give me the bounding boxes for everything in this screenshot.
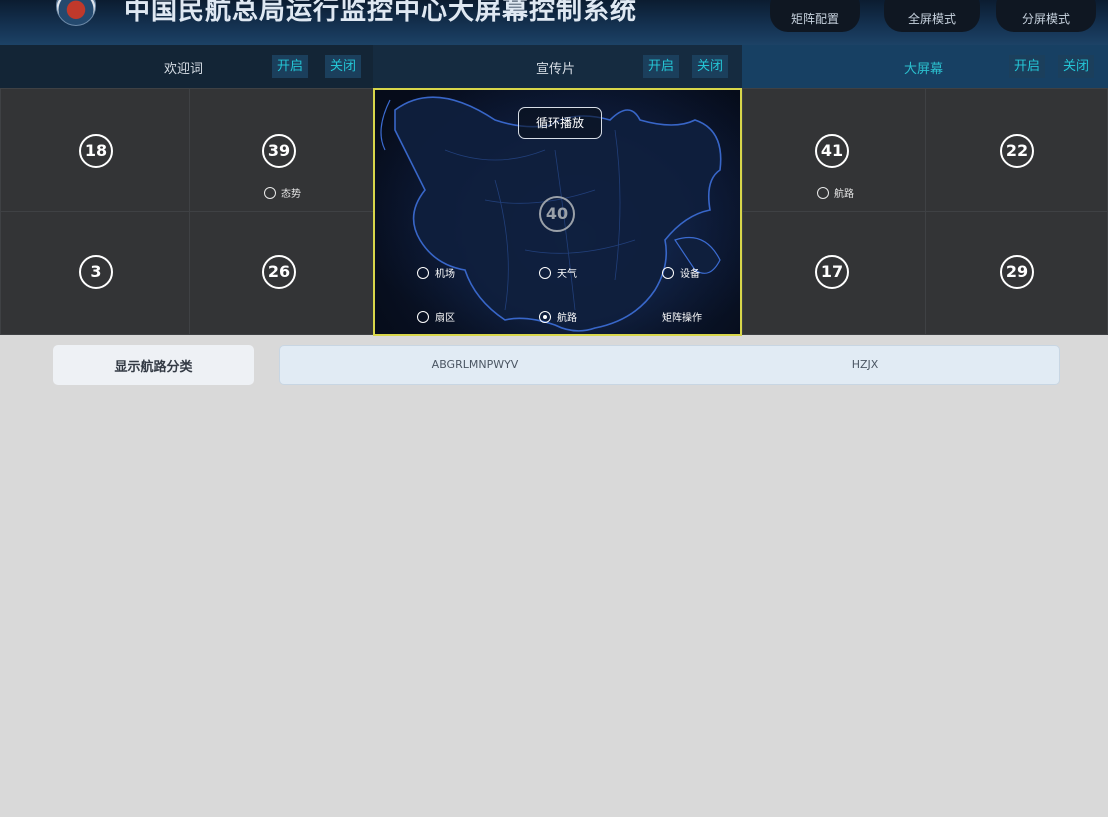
screen-tile-40-map[interactable]: 循环播放 40 机场 天气 设备 扇区 航路 矩阵操作: [373, 88, 742, 336]
airport-radio[interactable]: 机场: [417, 265, 455, 280]
situation-radio[interactable]: 态势: [264, 185, 301, 200]
big-screen-label: 大屏幕: [904, 62, 944, 77]
radio-label: 天气: [557, 269, 577, 280]
airway-radio-selected[interactable]: 航路: [539, 309, 577, 324]
screen-tile-3[interactable]: 3: [0, 211, 190, 335]
welcome-label: 欢迎词: [164, 62, 204, 77]
control-row: 欢迎词 开启 关闭 宣传片 开启 关闭 大屏幕 开启 关闭: [0, 45, 1108, 88]
screen-tile-18[interactable]: 18: [0, 88, 190, 212]
route-category-bar: ABGRLMNPWYV HZJX: [279, 345, 1060, 385]
big-screen-on-button[interactable]: 开启: [1009, 55, 1046, 78]
big-screen-off-button[interactable]: 关闭: [1058, 55, 1095, 78]
screen-tile-22[interactable]: 22: [925, 88, 1108, 212]
screen-number-badge: 26: [262, 255, 296, 289]
radio-checked-icon: [539, 310, 551, 323]
radio-label: 设备: [680, 269, 700, 280]
screen-number-badge: 3: [79, 255, 113, 289]
promo-video-label: 宣传片: [536, 62, 576, 77]
app-root: 中国民航总局运行监控中心大屏幕控制系统 矩阵配置 全屏模式 分屏模式 欢迎词 开…: [0, 0, 1108, 817]
screen-tile-41[interactable]: 41 航路: [742, 88, 926, 212]
header-bar: 中国民航总局运行监控中心大屏幕控制系统 矩阵配置 全屏模式 分屏模式: [0, 0, 1108, 45]
radio-label: 机场: [435, 269, 455, 280]
screen-number-badge: 40: [539, 196, 575, 232]
fullscreen-mode-button[interactable]: 全屏模式: [884, 0, 980, 32]
radio-icon: [417, 266, 429, 279]
screen-number-badge: 29: [1000, 255, 1034, 289]
screen-number-badge: 17: [815, 255, 849, 289]
route-category-item[interactable]: HZJX: [670, 346, 1060, 384]
screen-number-badge: 41: [815, 134, 849, 168]
caac-logo-icon: [56, 0, 96, 26]
sector-radio[interactable]: 扇区: [417, 309, 455, 324]
radio-label: 航路: [557, 313, 577, 324]
radio-icon: [264, 186, 276, 199]
show-route-classification-button[interactable]: 显示航路分类: [53, 345, 254, 385]
matrix-config-button[interactable]: 矩阵配置: [770, 0, 860, 32]
welcome-on-button[interactable]: 开启: [272, 55, 309, 78]
welcome-control: 欢迎词 开启 关闭: [0, 45, 373, 88]
radio-label: 态势: [281, 189, 301, 200]
loop-play-button[interactable]: 循环播放: [518, 107, 602, 139]
screen-number-badge: 18: [79, 134, 113, 168]
screen-tile-17[interactable]: 17: [742, 211, 926, 335]
split-screen-mode-button[interactable]: 分屏模式: [996, 0, 1096, 32]
radio-label: 扇区: [435, 313, 455, 324]
radio-icon: [662, 266, 674, 279]
welcome-off-button[interactable]: 关闭: [325, 55, 362, 78]
screen-number-badge: 39: [262, 134, 296, 168]
app-title: 中国民航总局运行监控中心大屏幕控制系统: [124, 0, 638, 26]
radio-icon: [817, 186, 829, 199]
screen-tile-26[interactable]: 26: [189, 211, 374, 335]
matrix-operation-link[interactable]: 矩阵操作: [662, 309, 702, 324]
radio-icon: [539, 266, 551, 279]
airway-radio[interactable]: 航路: [817, 185, 854, 200]
radio-icon: [417, 310, 429, 323]
screen-number-badge: 22: [1000, 134, 1034, 168]
weather-radio[interactable]: 天气: [539, 265, 577, 280]
screen-tile-39[interactable]: 39 态势: [189, 88, 374, 212]
promo-on-button[interactable]: 开启: [643, 55, 680, 78]
equipment-radio[interactable]: 设备: [662, 265, 700, 280]
route-category-item[interactable]: ABGRLMNPWYV: [280, 346, 670, 384]
promo-video-control: 宣传片 开启 关闭: [373, 45, 742, 88]
screen-tile-29[interactable]: 29: [925, 211, 1108, 335]
big-screen-control: 大屏幕 开启 关闭: [742, 45, 1108, 88]
promo-off-button[interactable]: 关闭: [692, 55, 729, 78]
radio-label: 航路: [834, 189, 854, 200]
